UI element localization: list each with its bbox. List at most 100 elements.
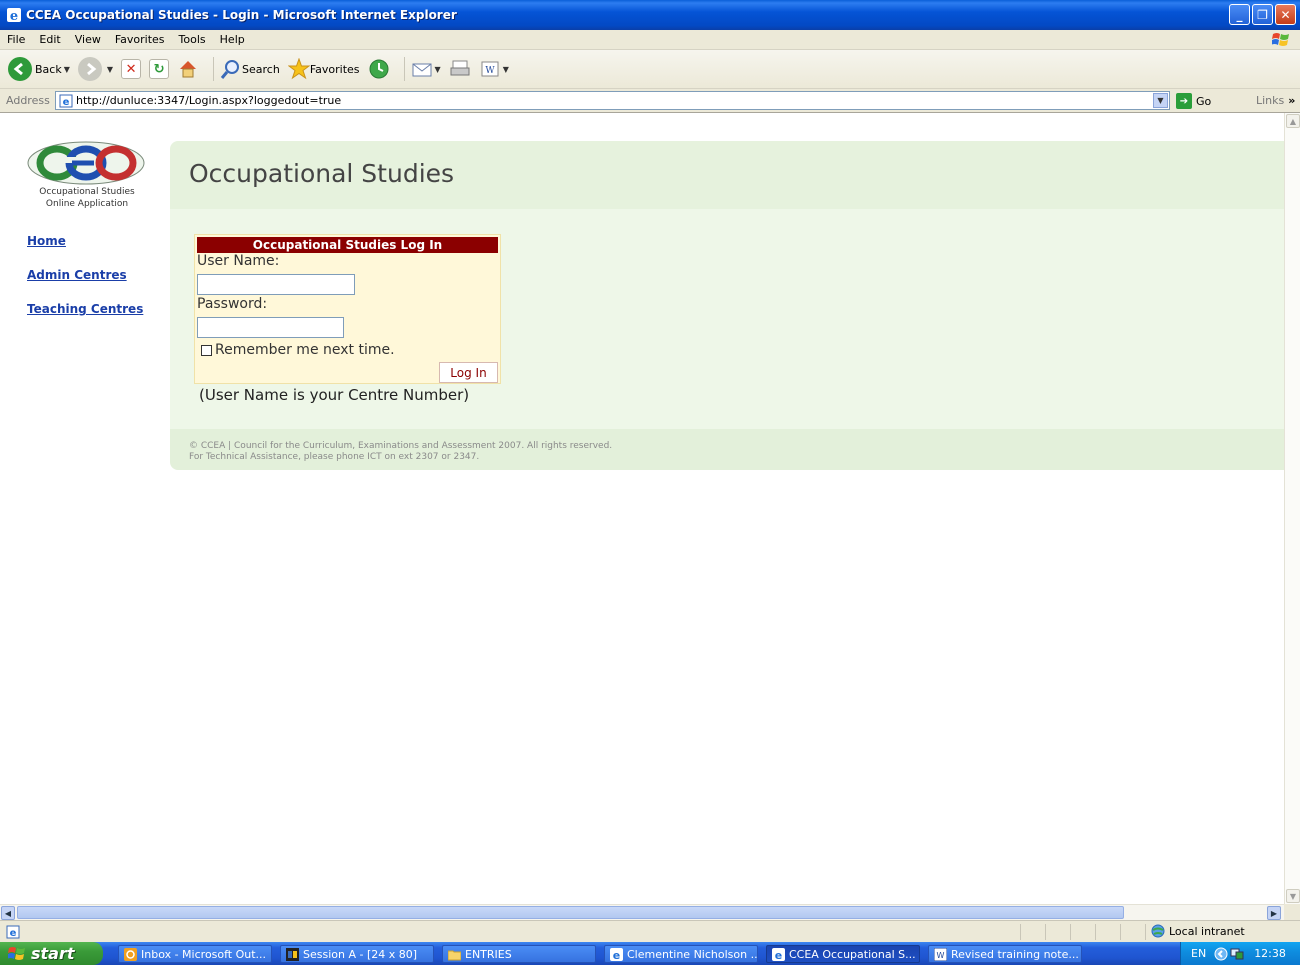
password-label: Password:	[197, 296, 268, 312]
chevron-down-icon[interactable]: ▼	[435, 65, 441, 74]
minimize-icon: _	[1236, 7, 1243, 22]
address-input[interactable]: e http://dunluce:3347/Login.aspx?loggedo…	[55, 91, 1170, 110]
menu-favorites[interactable]: Favorites	[108, 33, 172, 46]
go-button[interactable]: ➔ Go	[1176, 93, 1211, 109]
chevron-down-icon[interactable]: ▼	[107, 65, 113, 74]
printer-icon	[450, 60, 470, 76]
nav-admin-centres-link[interactable]: Admin Centres	[27, 268, 127, 282]
window-titlebar[interactable]: e CCEA Occupational Studies - Login - Mi…	[0, 0, 1300, 30]
address-bar: Address e http://dunluce:3347/Login.aspx…	[0, 89, 1300, 113]
remember-me-label: Remember me next time.	[215, 342, 395, 358]
maximize-button[interactable]: ❐	[1252, 4, 1273, 25]
nav-home-link[interactable]: Home	[27, 234, 66, 248]
taskbar-item-ccea[interactable]: e CCEA Occupational S...	[766, 945, 920, 963]
scroll-right-icon[interactable]: ▶	[1267, 906, 1281, 920]
scroll-down-icon[interactable]: ▼	[1286, 889, 1300, 903]
chevron-down-icon[interactable]: ▼	[503, 65, 509, 74]
username-label: User Name:	[197, 253, 280, 269]
forward-button[interactable]: ▼	[77, 57, 113, 81]
horizontal-scrollbar[interactable]: ◀ ▶	[0, 904, 1284, 920]
zone-label: Local intranet	[1169, 924, 1245, 938]
minimize-button[interactable]: _	[1229, 4, 1250, 25]
edit-button[interactable]: W ▼	[479, 58, 509, 80]
language-indicator[interactable]: EN	[1191, 947, 1206, 960]
taskbar-item-label: Session A - [24 x 80]	[303, 947, 418, 961]
nav-teaching-centres-link[interactable]: Teaching Centres	[27, 302, 143, 316]
address-dropdown-icon[interactable]: ▼	[1153, 93, 1168, 108]
go-label: Go	[1196, 94, 1212, 108]
taskbar-item-clementine[interactable]: e Clementine Nicholson ...	[604, 945, 758, 963]
taskbar-item-label: CCEA Occupational S...	[789, 947, 916, 961]
windows-logo-icon	[1272, 33, 1289, 46]
scroll-left-icon[interactable]: ◀	[1, 906, 15, 920]
stop-button[interactable]: ✕	[121, 59, 142, 79]
scroll-up-icon[interactable]: ▲	[1286, 114, 1300, 128]
mail-button[interactable]: ▼	[411, 58, 441, 80]
cea-logo	[27, 141, 145, 185]
scrollbar-corner	[1284, 904, 1300, 920]
remember-me-row[interactable]: Remember me next time.	[201, 342, 395, 358]
favorites-label: Favorites	[309, 62, 360, 76]
status-cell	[1020, 924, 1021, 940]
refresh-button[interactable]: ↻	[149, 59, 170, 79]
search-button[interactable]: Search	[220, 58, 280, 80]
network-icon[interactable]	[1230, 947, 1244, 961]
links-label: Links	[1256, 94, 1285, 107]
favorites-button[interactable]: Favorites	[287, 58, 360, 80]
page-status-icon: e	[6, 925, 20, 939]
taskbar: start Inbox - Microsoft Out... Session A…	[0, 942, 1300, 965]
logo-caption-line1: Occupational Studies	[39, 187, 135, 197]
username-input[interactable]	[197, 274, 355, 295]
toolbar: Back ▼ ▼ ✕ ↻ Search Favorites ▼ W ▼	[0, 50, 1300, 89]
page-title: Occupational Studies	[189, 159, 455, 188]
folder-icon	[448, 950, 461, 960]
terminal-icon	[286, 947, 299, 961]
page-icon: e	[59, 94, 73, 108]
window-title: CCEA Occupational Studies - Login - Micr…	[26, 8, 457, 22]
logo-caption-line2: Online Application	[45, 199, 129, 209]
taskbar-item-label: Clementine Nicholson ...	[627, 947, 758, 961]
back-label: Back	[35, 62, 62, 76]
restore-icon: ❐	[1257, 7, 1268, 22]
svg-text:W: W	[485, 66, 495, 76]
taskbar-item-outlook[interactable]: Inbox - Microsoft Out...	[118, 945, 272, 963]
globe-icon	[1151, 924, 1165, 938]
menu-file[interactable]: File	[0, 33, 32, 46]
taskbar-item-word[interactable]: W Revised training note...	[928, 945, 1082, 963]
main-content: Occupational Studies Log In User Name: P…	[170, 209, 1284, 429]
home-button[interactable]	[177, 58, 199, 80]
history-button[interactable]	[368, 58, 390, 80]
menu-view[interactable]: View	[68, 33, 108, 46]
address-url: http://dunluce:3347/Login.aspx?loggedout…	[76, 94, 342, 107]
svg-text:e: e	[10, 9, 18, 23]
outlook-icon	[124, 947, 137, 961]
close-button[interactable]: ✕	[1275, 4, 1296, 25]
remember-me-checkbox[interactable]	[201, 344, 212, 356]
word-icon: W	[934, 947, 947, 961]
menu-edit[interactable]: Edit	[32, 33, 67, 46]
back-button[interactable]: Back ▼	[8, 57, 70, 81]
password-input[interactable]	[197, 317, 344, 338]
windows-flag-icon	[8, 946, 25, 960]
toolbar-separator	[403, 57, 405, 81]
history-icon	[369, 59, 389, 79]
vertical-scrollbar[interactable]: ▲ ▼	[1284, 113, 1300, 904]
links-button[interactable]: Links»	[1256, 94, 1295, 107]
start-button[interactable]: start	[0, 942, 103, 965]
taskbar-item-entries[interactable]: ENTRIES	[442, 945, 596, 963]
svg-text:e: e	[613, 949, 620, 961]
menu-help[interactable]: Help	[213, 33, 252, 46]
horizontal-scroll-thumb[interactable]	[17, 906, 1124, 919]
tray-arrow-icon[interactable]	[1214, 947, 1228, 961]
ie-icon: e	[7, 8, 21, 23]
clock[interactable]: 12:38	[1254, 947, 1286, 960]
status-cell	[1145, 924, 1146, 940]
print-button[interactable]	[449, 58, 471, 80]
taskbar-item-label: Inbox - Microsoft Out...	[141, 947, 267, 961]
word-icon: W	[481, 61, 499, 77]
chevron-down-icon[interactable]: ▼	[64, 65, 70, 74]
taskbar-item-session[interactable]: Session A - [24 x 80]	[280, 945, 434, 963]
taskbar-item-label: ENTRIES	[465, 947, 512, 961]
login-button[interactable]: Log In	[439, 362, 498, 383]
menu-tools[interactable]: Tools	[172, 33, 213, 46]
